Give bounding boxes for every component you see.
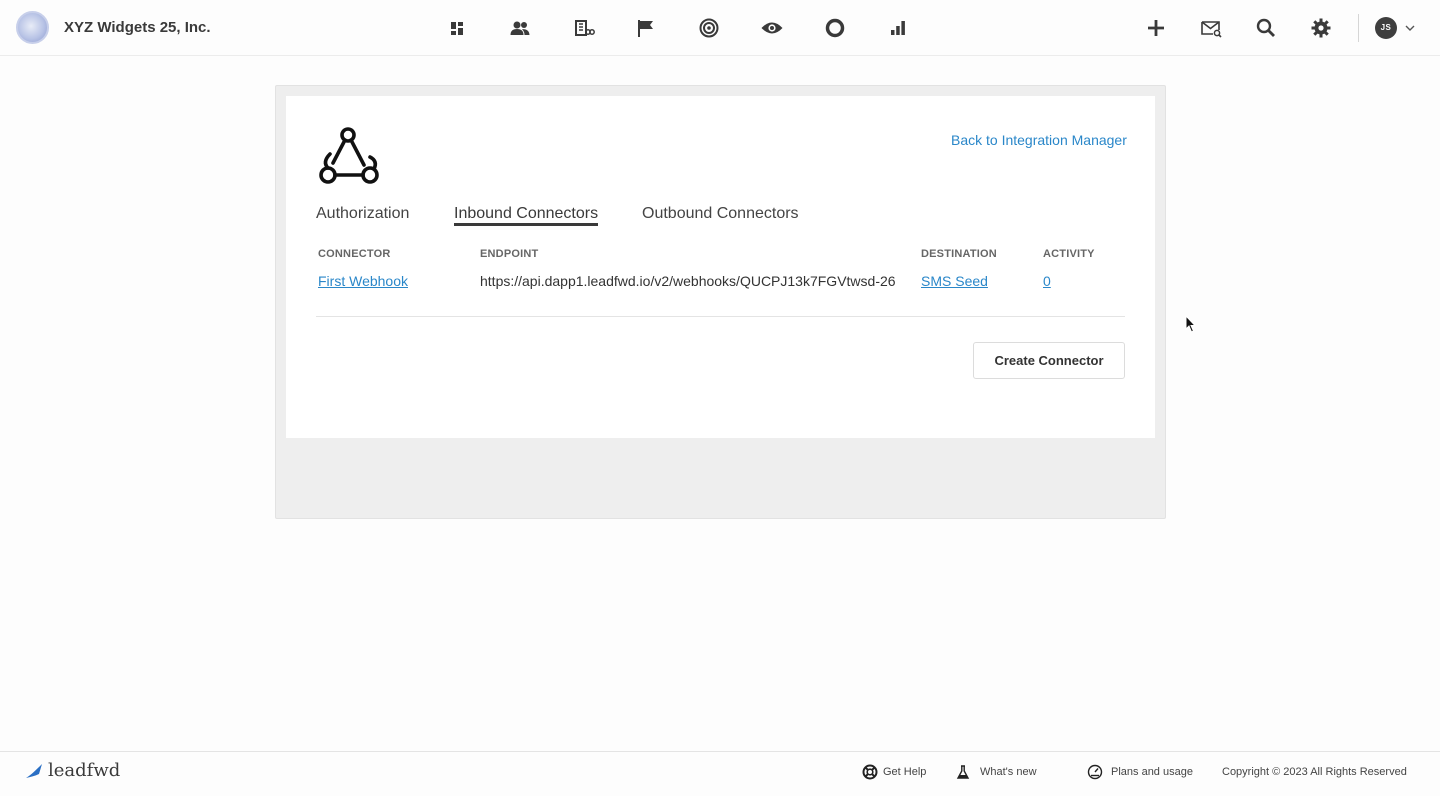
- contacts-icon[interactable]: [508, 16, 532, 40]
- column-header-endpoint: ENDPOINT: [480, 248, 539, 260]
- tab-outbound-connectors[interactable]: Outbound Connectors: [642, 205, 799, 223]
- user-avatar[interactable]: JS: [1375, 17, 1397, 39]
- flask-icon[interactable]: [955, 764, 971, 780]
- dashboard-icon[interactable]: [445, 16, 469, 40]
- table-row-divider: [316, 316, 1125, 317]
- mouse-cursor-icon: [1185, 314, 1197, 333]
- search-icon[interactable]: [1254, 16, 1278, 40]
- companies-icon[interactable]: [572, 16, 596, 40]
- tab-authorization[interactable]: Authorization: [316, 205, 409, 223]
- organization-name[interactable]: XYZ Widgets 25, Inc.: [64, 19, 211, 36]
- whats-new-link[interactable]: What's new: [980, 766, 1037, 778]
- campaigns-flag-icon[interactable]: [634, 16, 658, 40]
- column-header-destination: DESTINATION: [921, 248, 997, 260]
- endpoint-url: https://api.dapp1.leadfwd.io/v2/webhooks…: [480, 273, 896, 289]
- destination-link[interactable]: SMS Seed: [921, 273, 988, 289]
- create-connector-button[interactable]: Create Connector: [973, 342, 1125, 379]
- brand-wordmark[interactable]: leadfwd: [48, 760, 120, 781]
- column-header-activity: ACTIVITY: [1043, 248, 1095, 260]
- copyright-text: Copyright © 2023 All Rights Reserved: [1222, 766, 1407, 778]
- settings-gear-icon[interactable]: [1309, 16, 1333, 40]
- column-header-connector: CONNECTOR: [318, 248, 391, 260]
- organization-logo[interactable]: [16, 11, 49, 44]
- webhook-icon: [316, 125, 382, 187]
- chevron-down-icon[interactable]: [1403, 21, 1417, 35]
- reports-bars-icon[interactable]: [886, 16, 910, 40]
- plans-gauge-icon[interactable]: [1087, 764, 1103, 780]
- connector-name-link[interactable]: First Webhook: [318, 273, 408, 289]
- add-icon[interactable]: [1144, 16, 1168, 40]
- lifebuoy-icon[interactable]: [862, 764, 878, 780]
- plans-and-usage-link[interactable]: Plans and usage: [1111, 766, 1193, 778]
- tab-inbound-connectors[interactable]: Inbound Connectors: [454, 205, 598, 223]
- mail-search-icon[interactable]: [1199, 16, 1223, 40]
- visitors-eye-icon[interactable]: [760, 16, 784, 40]
- activity-count-link[interactable]: 0: [1043, 273, 1051, 289]
- header-divider: [1358, 14, 1359, 42]
- leadfwd-logo-icon: [24, 763, 44, 779]
- segments-ring-icon[interactable]: [823, 16, 847, 40]
- get-help-link[interactable]: Get Help: [883, 766, 926, 778]
- targets-icon[interactable]: [697, 16, 721, 40]
- active-tab-indicator: [454, 223, 598, 226]
- back-to-integration-manager-link[interactable]: Back to Integration Manager: [951, 132, 1127, 148]
